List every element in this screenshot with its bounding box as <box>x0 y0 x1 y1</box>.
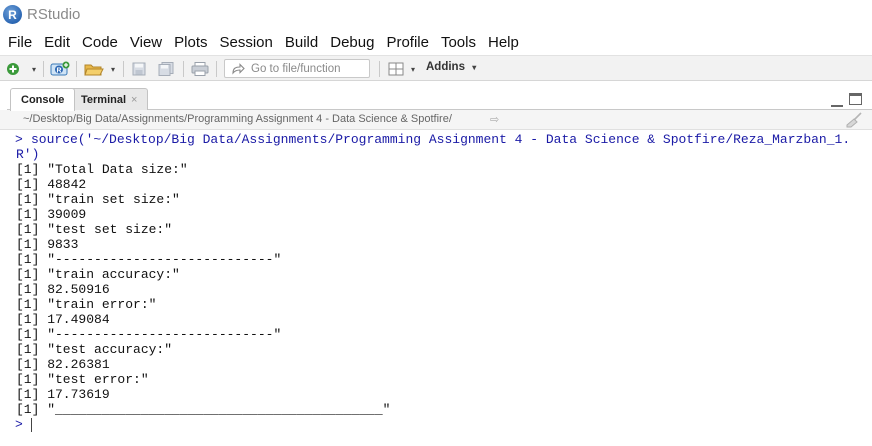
goto-file-function-input[interactable]: Go to file/function <box>224 59 370 78</box>
working-directory-bar: ~/Desktop/Big Data/Assignments/Programmi… <box>0 110 872 130</box>
console-output-line: [1] 17.73619 <box>16 387 110 402</box>
svg-text:R: R <box>56 68 61 75</box>
maximize-icon[interactable] <box>849 93 862 105</box>
console-output-line: [1] "___________________________________… <box>16 402 391 417</box>
input-prompt-symbol: > <box>15 417 23 432</box>
save-icon[interactable] <box>131 60 147 78</box>
tab-console-label: Console <box>21 94 65 106</box>
save-all-icon[interactable] <box>157 60 175 78</box>
toolbar-divider <box>123 61 124 77</box>
console-text-cursor[interactable] <box>31 418 32 432</box>
menu-build[interactable]: Build <box>279 31 324 55</box>
menu-view[interactable]: View <box>124 31 168 55</box>
working-directory-path[interactable]: ~/Desktop/Big Data/Assignments/Programmi… <box>23 113 452 125</box>
toolbar-divider <box>183 61 184 77</box>
console-output-line: [1] "test error:" <box>16 372 149 387</box>
title-bar: R RStudio <box>0 0 872 30</box>
goto-placeholder: Go to file/function <box>251 62 341 75</box>
console-output-line: [1] "Total Data size:" <box>16 162 188 177</box>
addins-dropdown-icon: ▾ <box>472 63 477 72</box>
open-folder-icon[interactable] <box>83 60 105 78</box>
tab-terminal-label: Terminal <box>81 93 127 106</box>
tab-terminal[interactable]: Terminal × <box>70 88 149 110</box>
menu-help[interactable]: Help <box>482 31 525 55</box>
grid-layout-dropdown-icon[interactable]: ▾ <box>408 60 418 78</box>
app-title: RStudio <box>27 6 81 23</box>
console-output-line: [1] 9833 <box>16 237 79 252</box>
console-output-line: [1] "train accuracy:" <box>16 267 180 282</box>
r-logo-icon: R <box>3 5 22 24</box>
menu-profile[interactable]: Profile <box>380 31 435 55</box>
goto-arrow-icon <box>231 62 245 75</box>
console-command-line: source('~/Desktop/Big Data/Assignments/P… <box>31 132 851 147</box>
addins-label: Addins <box>426 61 465 73</box>
new-file-dropdown-icon[interactable]: ▾ <box>29 60 39 78</box>
addins-menu[interactable]: Addins ▾ <box>426 61 476 73</box>
close-icon[interactable]: × <box>131 94 137 106</box>
new-project-icon[interactable]: R <box>49 60 71 78</box>
print-icon[interactable] <box>191 60 209 78</box>
menu-edit[interactable]: Edit <box>38 31 76 55</box>
tab-console[interactable]: Console <box>10 88 76 111</box>
clear-console-broom-icon[interactable] <box>845 112 863 133</box>
console-output-line: [1] 82.26381 <box>16 357 110 372</box>
menu-file[interactable]: File <box>2 31 38 55</box>
menu-tools[interactable]: Tools <box>435 31 482 55</box>
open-folder-dropdown-icon[interactable]: ▾ <box>108 60 118 78</box>
console-output-line: [1] "test accuracy:" <box>16 342 173 357</box>
menu-bar: File Edit Code View Plots Session Build … <box>0 31 872 55</box>
toolbar-divider <box>216 61 217 77</box>
new-file-icon[interactable] <box>5 60 21 78</box>
toolbar-divider <box>76 61 77 77</box>
console-output-line: [1] 17.49084 <box>16 312 110 327</box>
console-pane-tabs: Console Terminal × <box>7 88 872 111</box>
console-output-line: [1] "test set size:" <box>16 222 173 237</box>
toolbar-divider <box>43 61 44 77</box>
console-output-line: [1] "train set size:" <box>16 192 180 207</box>
console-output-line: [1] "----------------------------" <box>16 327 282 342</box>
menu-plots[interactable]: Plots <box>168 31 213 55</box>
command-prompt-symbol: > <box>15 132 23 147</box>
menu-session[interactable]: Session <box>214 31 279 55</box>
menu-debug[interactable]: Debug <box>324 31 380 55</box>
main-toolbar: ▾ R ▾ Go to file/function ▾ Addins ▾ <box>0 55 872 81</box>
toolbar-divider <box>379 61 380 77</box>
console-output-line: [1] "----------------------------" <box>16 252 282 267</box>
console-output-line: [1] 48842 <box>16 177 87 192</box>
console-output[interactable]: > source('~/Desktop/Big Data/Assignments… <box>0 131 872 446</box>
path-forward-icon[interactable]: ⇨ <box>490 113 499 126</box>
console-output-line: [1] 82.50916 <box>16 282 110 297</box>
console-command-line-continued: R') <box>16 147 40 162</box>
grid-layout-icon[interactable] <box>387 60 405 78</box>
console-output-line: [1] 39009 <box>16 207 87 222</box>
minimize-icon[interactable] <box>831 101 843 107</box>
menu-code[interactable]: Code <box>76 31 124 55</box>
console-output-line: [1] "train error:" <box>16 297 157 312</box>
